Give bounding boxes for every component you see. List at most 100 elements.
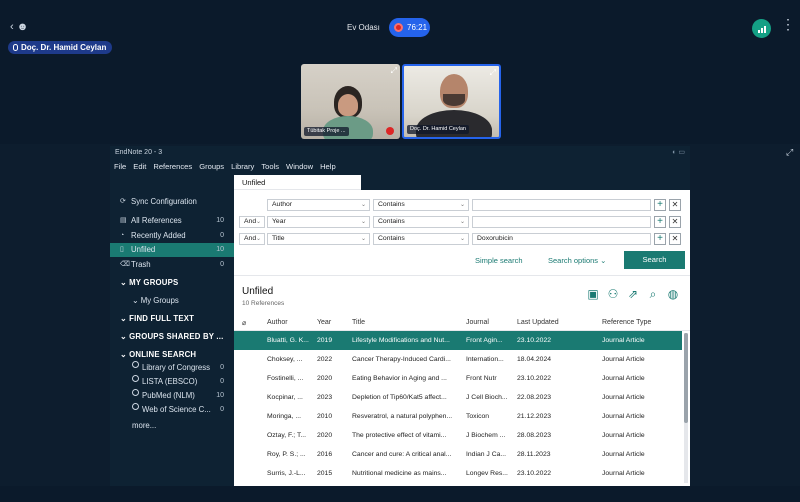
table-cell: Choksey, ... bbox=[267, 356, 303, 363]
sidebar-item-my-groups[interactable]: ⌄ My Groups bbox=[132, 296, 179, 305]
attachment-icon[interactable]: ⌀ bbox=[242, 319, 246, 327]
operator-select-3[interactable]: Contains ⌄ bbox=[373, 233, 469, 245]
sidebar-item-library-of-congress[interactable]: Library of Congress 0 bbox=[110, 361, 234, 375]
fullscreen-icon[interactable]: ⤢ bbox=[786, 147, 793, 158]
sidebar-item-unfiled[interactable]: ▯ Unfiled 10 bbox=[110, 243, 234, 257]
tab-unfiled[interactable]: Unfiled bbox=[234, 175, 361, 190]
scrollbar-thumb[interactable] bbox=[684, 333, 688, 423]
chevron-down-icon: ⌄ bbox=[600, 256, 607, 265]
sidebar-item-trash[interactable]: ⌫ Trash 0 bbox=[110, 258, 234, 272]
remove-row-button[interactable]: ✕ bbox=[669, 216, 681, 228]
col-author[interactable]: Author bbox=[267, 319, 288, 326]
video-tile-participant-2[interactable]: ⤢ Doç. Dr. Hamid Ceylan bbox=[402, 64, 501, 139]
col-reference-type[interactable]: Reference Type bbox=[602, 319, 651, 326]
search-button[interactable]: Search bbox=[624, 251, 685, 269]
document-icon: ▯ bbox=[120, 246, 124, 253]
table-cell: Longev Res... bbox=[466, 470, 508, 477]
table-cell: Front Nutr bbox=[466, 375, 497, 382]
expand-icon[interactable]: ⤢ bbox=[490, 68, 496, 78]
menu-tools[interactable]: Tools bbox=[261, 162, 279, 171]
sidebar-item-all-references[interactable]: ▤ All References 10 bbox=[110, 214, 234, 228]
operator-select-1[interactable]: Contains ⌄ bbox=[373, 199, 469, 211]
menu-groups[interactable]: Groups bbox=[199, 162, 224, 171]
recording-timer[interactable]: 76:21 bbox=[389, 18, 430, 37]
table-cell: Journal Article bbox=[602, 451, 645, 458]
sidebar-item-lista[interactable]: LISTA (EBSCO) 0 bbox=[110, 375, 234, 389]
menu-library[interactable]: Library bbox=[231, 162, 254, 171]
col-year[interactable]: Year bbox=[317, 319, 331, 326]
section-groups-shared[interactable]: ⌄ GROUPS SHARED BY ... bbox=[120, 332, 224, 341]
table-row[interactable]: Moringa, ... 2010 Resveratrol, a natural p… bbox=[234, 407, 682, 426]
table-row[interactable]: Fostinelli, ... 2020 Eating Behavior in Ag… bbox=[234, 369, 682, 388]
vertical-scrollbar[interactable] bbox=[684, 333, 688, 483]
search-term-input-2[interactable] bbox=[472, 216, 651, 228]
add-to-group-icon[interactable]: ▣ bbox=[586, 287, 600, 301]
bool-select-2[interactable]: And ⌄ bbox=[239, 216, 265, 228]
menu-references[interactable]: References bbox=[153, 162, 192, 171]
col-title[interactable]: Title bbox=[352, 319, 365, 326]
sidebar-more-link[interactable]: more... bbox=[132, 421, 156, 430]
sidebar-item-label: Web of Science C... bbox=[142, 405, 211, 414]
menu-window[interactable]: Window bbox=[286, 162, 313, 171]
search-options-link[interactable]: Search options ⌄ bbox=[548, 256, 606, 265]
operator-select-2[interactable]: Contains ⌄ bbox=[373, 216, 469, 228]
table-cell: Eating Behavior in Aging and ... bbox=[352, 375, 447, 382]
table-row[interactable]: Surris, J.-L... 2015 Nutritional medicine … bbox=[234, 464, 682, 483]
sidebar-item-sync[interactable]: ⟳ Sync Configuration bbox=[110, 195, 234, 209]
chevron-down-icon: ⌄ bbox=[120, 350, 130, 359]
table-cell: 22.08.2023 bbox=[517, 394, 552, 401]
table-cell: J Cell Bioch... bbox=[466, 394, 508, 401]
online-globe-icon[interactable]: ◍ bbox=[666, 287, 680, 301]
menu-help[interactable]: Help bbox=[320, 162, 336, 171]
search-term-input-3[interactable]: Doxorubicin bbox=[472, 233, 651, 245]
table-cell: Lifestyle Modifications and Nut... bbox=[352, 337, 450, 344]
field-select-1[interactable]: Author ⌄ bbox=[267, 199, 370, 211]
table-cell: Bluatti, G. K... bbox=[267, 337, 309, 344]
expand-icon[interactable]: ⤢ bbox=[391, 66, 397, 76]
col-last-updated[interactable]: Last Updated bbox=[517, 319, 559, 326]
simple-search-link[interactable]: Simple search bbox=[475, 256, 523, 265]
bool-select-3[interactable]: And ⌄ bbox=[239, 233, 265, 245]
col-journal[interactable]: Journal bbox=[466, 319, 489, 326]
add-row-button[interactable]: + bbox=[654, 199, 666, 211]
chevron-down-icon: ⌄ bbox=[255, 236, 261, 242]
more-options-icon[interactable]: ⋮ bbox=[781, 17, 795, 31]
table-row[interactable]: Kocpinar, ... 2023 Depletion of Tip60/Kat5… bbox=[234, 388, 682, 407]
section-my-groups[interactable]: ⌄ MY GROUPS bbox=[120, 278, 178, 287]
window-controls[interactable]: ◐ ▭ bbox=[672, 148, 685, 156]
signal-strength-icon[interactable] bbox=[752, 19, 771, 38]
sidebar-item-recently-added[interactable]: ◔ Recently Added 0 bbox=[110, 229, 234, 243]
video-tile-participant-1[interactable]: ⤢ Tübitak Proje ... bbox=[301, 64, 400, 139]
back-user-icon[interactable]: ‹ ☻ bbox=[10, 21, 28, 33]
add-row-button[interactable]: + bbox=[654, 233, 666, 245]
remove-row-button[interactable]: ✕ bbox=[669, 199, 681, 211]
table-row[interactable]: Roy, P. S.; ... 2016 Cancer and cure: A cr… bbox=[234, 445, 682, 464]
find-pdf-icon[interactable]: ⌕ bbox=[646, 287, 660, 301]
menu-file[interactable]: File bbox=[114, 162, 126, 171]
section-label: FIND FULL TEXT bbox=[129, 314, 195, 323]
search-term-input-1[interactable] bbox=[472, 199, 651, 211]
section-find-full-text[interactable]: ⌄ FIND FULL TEXT bbox=[120, 314, 194, 323]
share-icon[interactable]: ⇗ bbox=[626, 287, 640, 301]
count: 0 bbox=[220, 232, 224, 239]
menu-edit[interactable]: Edit bbox=[133, 162, 146, 171]
table-cell: Surris, J.-L... bbox=[267, 470, 306, 477]
remove-row-button[interactable]: ✕ bbox=[669, 233, 681, 245]
table-cell: 21.12.2023 bbox=[517, 413, 552, 420]
count: 0 bbox=[220, 378, 224, 385]
table-row[interactable]: Choksey, ... 2022 Cancer Therapy-Induced C… bbox=[234, 350, 682, 369]
table-cell: 23.10.2022 bbox=[517, 337, 552, 344]
selected-value: And bbox=[244, 218, 257, 225]
add-user-icon[interactable]: ⚇ bbox=[606, 287, 620, 301]
options-label: Search options bbox=[548, 256, 599, 265]
endnote-window: EndNote 20 - 3 ◐ ▭ File Edit References … bbox=[110, 146, 690, 486]
section-online-search[interactable]: ⌄ ONLINE SEARCH bbox=[120, 350, 196, 359]
field-select-3[interactable]: Title ⌄ bbox=[267, 233, 370, 245]
participant-name: Tübitak Proje ... bbox=[304, 127, 349, 136]
sidebar-item-pubmed[interactable]: PubMed (NLM) 10 bbox=[110, 389, 234, 403]
table-row[interactable]: Bluatti, G. K... 2019 Lifestyle Modificati… bbox=[234, 331, 682, 350]
field-select-2[interactable]: Year ⌄ bbox=[267, 216, 370, 228]
sidebar-item-web-of-science[interactable]: Web of Science C... 0 bbox=[110, 403, 234, 417]
table-row[interactable]: Oztay, F.; T... 2020 The protective effect… bbox=[234, 426, 682, 445]
add-row-button[interactable]: + bbox=[654, 216, 666, 228]
